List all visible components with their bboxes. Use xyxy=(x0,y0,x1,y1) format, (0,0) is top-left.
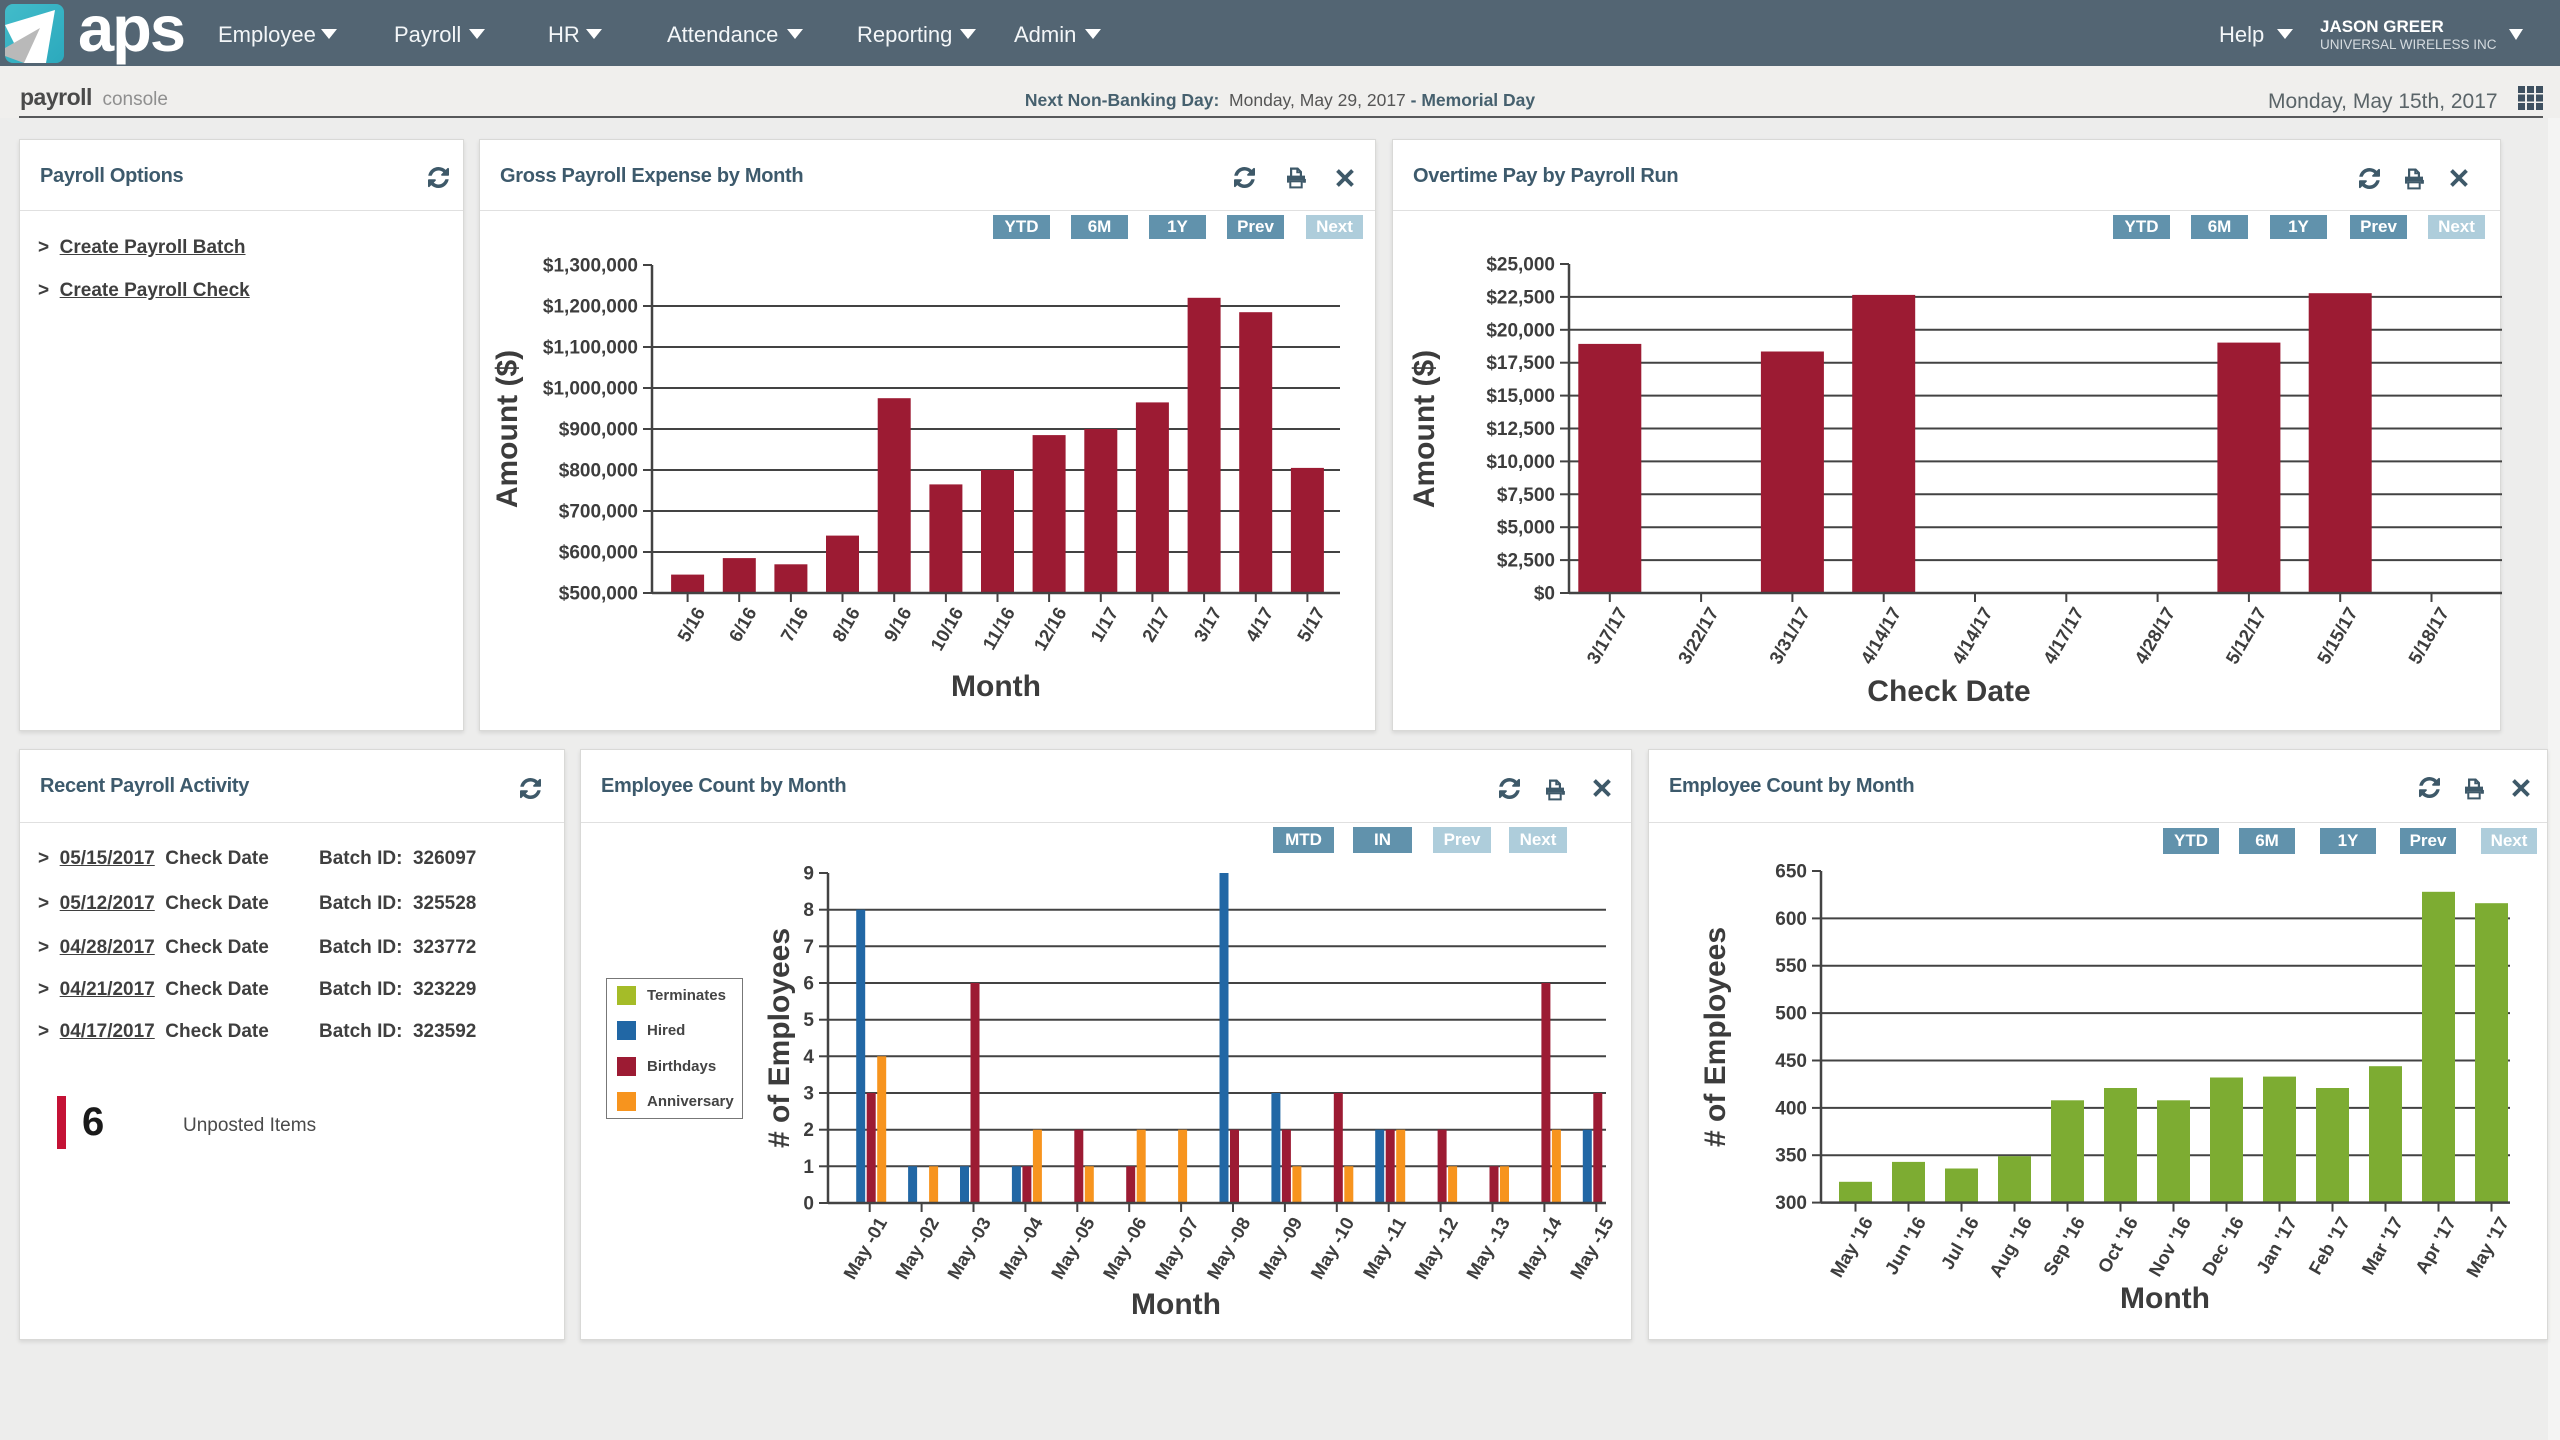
svg-text:7/16: 7/16 xyxy=(776,604,812,646)
svg-text:Jan '17: Jan '17 xyxy=(2252,1213,2301,1277)
svg-text:May -01: May -01 xyxy=(839,1214,891,1283)
svg-text:10/16: 10/16 xyxy=(926,604,967,655)
svg-text:3/17/17: 3/17/17 xyxy=(1582,604,1631,668)
svg-text:3/17: 3/17 xyxy=(1189,604,1225,646)
svg-text:$7,500: $7,500 xyxy=(1497,485,1555,506)
svg-text:5/12/17: 5/12/17 xyxy=(2221,604,2270,668)
svg-text:May -09: May -09 xyxy=(1254,1214,1306,1283)
svg-text:3/22/17: 3/22/17 xyxy=(1674,604,1723,668)
svg-text:Month: Month xyxy=(1131,1288,1221,1321)
svg-text:Sep '16: Sep '16 xyxy=(2039,1213,2089,1279)
svg-text:Jun '16: Jun '16 xyxy=(1880,1213,1930,1278)
svg-text:$2,500: $2,500 xyxy=(1497,551,1555,572)
svg-text:8: 8 xyxy=(803,900,814,921)
svg-text:May -10: May -10 xyxy=(1306,1214,1358,1283)
svg-text:450: 450 xyxy=(1775,1051,1807,1072)
svg-text:$1,200,000: $1,200,000 xyxy=(543,297,638,318)
svg-text:$12,500: $12,500 xyxy=(1486,419,1555,440)
svg-text:$25,000: $25,000 xyxy=(1486,255,1555,276)
svg-text:4/28/17: 4/28/17 xyxy=(2130,604,2179,668)
svg-text:May -13: May -13 xyxy=(1462,1214,1514,1283)
svg-text:9/16: 9/16 xyxy=(879,604,915,646)
svg-text:5/18/17: 5/18/17 xyxy=(2404,604,2453,668)
svg-text:Mar '17: Mar '17 xyxy=(2357,1213,2407,1278)
svg-text:350: 350 xyxy=(1775,1146,1807,1167)
svg-text:7: 7 xyxy=(803,937,814,958)
svg-text:Feb '17: Feb '17 xyxy=(2304,1213,2354,1278)
svg-text:$17,500: $17,500 xyxy=(1486,353,1555,374)
svg-text:11/16: 11/16 xyxy=(978,604,1019,654)
svg-text:May -11: May -11 xyxy=(1359,1214,1411,1282)
svg-text:3: 3 xyxy=(803,1084,814,1105)
svg-text:Jul '16: Jul '16 xyxy=(1936,1213,1983,1273)
svg-text:2: 2 xyxy=(803,1120,814,1141)
svg-text:May -03: May -03 xyxy=(943,1214,995,1283)
svg-text:$10,000: $10,000 xyxy=(1486,452,1555,473)
svg-text:600: 600 xyxy=(1775,909,1807,930)
svg-text:500: 500 xyxy=(1775,1004,1807,1025)
svg-text:Aug '16: Aug '16 xyxy=(1985,1213,2036,1281)
svg-text:Check Date: Check Date xyxy=(1867,675,2030,708)
svg-text:$1,100,000: $1,100,000 xyxy=(543,338,638,359)
svg-text:Dec '16: Dec '16 xyxy=(2198,1213,2248,1279)
svg-text:4: 4 xyxy=(803,1047,814,1068)
svg-text:8/16: 8/16 xyxy=(828,604,864,646)
svg-text:9: 9 xyxy=(803,864,814,885)
svg-text:1/17: 1/17 xyxy=(1086,604,1122,646)
svg-text:$22,500: $22,500 xyxy=(1486,287,1555,308)
svg-text:$800,000: $800,000 xyxy=(559,461,638,482)
svg-text:400: 400 xyxy=(1775,1098,1807,1119)
svg-text:$900,000: $900,000 xyxy=(559,420,638,441)
svg-text:$700,000: $700,000 xyxy=(559,502,638,523)
svg-text:Apr '17: Apr '17 xyxy=(2411,1213,2460,1277)
svg-text:May '16: May '16 xyxy=(1826,1213,1877,1281)
svg-text:May -08: May -08 xyxy=(1202,1214,1254,1283)
svg-text:5/17: 5/17 xyxy=(1293,604,1329,646)
svg-text:$500,000: $500,000 xyxy=(559,584,638,605)
svg-text:$0: $0 xyxy=(1534,584,1555,605)
svg-text:May '17: May '17 xyxy=(2462,1213,2513,1281)
svg-text:$1,000,000: $1,000,000 xyxy=(543,379,638,400)
svg-text:3/31/17: 3/31/17 xyxy=(1765,604,1814,668)
svg-text:Month: Month xyxy=(951,670,1041,703)
svg-text:$20,000: $20,000 xyxy=(1486,320,1555,341)
svg-text:5/15/17: 5/15/17 xyxy=(2313,603,2362,667)
svg-text:4/14/17: 4/14/17 xyxy=(1947,604,1996,668)
svg-text:$1,300,000: $1,300,000 xyxy=(543,256,638,277)
svg-text:1: 1 xyxy=(803,1157,814,1178)
svg-text:# of Employees: # of Employees xyxy=(763,928,796,1148)
svg-text:300: 300 xyxy=(1775,1193,1807,1214)
svg-text:4/17/17: 4/17/17 xyxy=(2039,604,2088,668)
svg-text:May -15: May -15 xyxy=(1566,1214,1618,1283)
svg-text:May -12: May -12 xyxy=(1410,1214,1462,1283)
svg-text:4/17: 4/17 xyxy=(1241,604,1277,646)
svg-text:May -07: May -07 xyxy=(1150,1214,1202,1283)
svg-text:May -02: May -02 xyxy=(891,1214,943,1283)
svg-text:6: 6 xyxy=(803,974,814,995)
svg-text:May -06: May -06 xyxy=(1099,1214,1151,1283)
svg-text:Nov '16: Nov '16 xyxy=(2144,1213,2195,1280)
svg-text:5: 5 xyxy=(803,1010,814,1031)
svg-text:# of Employees: # of Employees xyxy=(1699,927,1732,1147)
svg-text:$5,000: $5,000 xyxy=(1497,518,1555,539)
svg-text:12/16: 12/16 xyxy=(1029,604,1070,655)
svg-text:650: 650 xyxy=(1775,862,1807,883)
svg-text:2/17: 2/17 xyxy=(1138,604,1174,646)
svg-text:550: 550 xyxy=(1775,956,1807,977)
svg-text:5/16: 5/16 xyxy=(673,604,709,646)
svg-text:$600,000: $600,000 xyxy=(559,543,638,564)
svg-text:Amount ($): Amount ($) xyxy=(1408,350,1441,508)
svg-text:0: 0 xyxy=(803,1194,814,1215)
svg-text:Oct '16: Oct '16 xyxy=(2093,1213,2142,1276)
svg-text:4/14/17: 4/14/17 xyxy=(1856,604,1905,668)
svg-text:6/16: 6/16 xyxy=(724,604,760,646)
svg-text:Month: Month xyxy=(2120,1282,2210,1315)
svg-text:Amount ($): Amount ($) xyxy=(491,350,524,508)
svg-text:$15,000: $15,000 xyxy=(1486,386,1555,407)
svg-text:May -14: May -14 xyxy=(1514,1213,1566,1283)
svg-text:May -04: May -04 xyxy=(995,1213,1047,1283)
svg-text:May -05: May -05 xyxy=(1047,1214,1099,1283)
